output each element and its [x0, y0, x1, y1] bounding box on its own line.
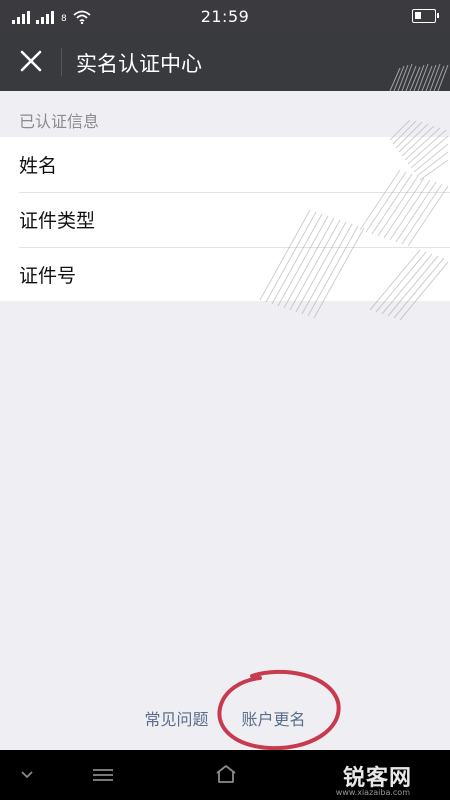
account-rename-link[interactable]: 账户更名	[242, 706, 306, 730]
list-item-id-number[interactable]: 证件号	[0, 247, 450, 301]
faq-link[interactable]: 常见问题	[144, 706, 208, 730]
page-title: 实名认证中心	[76, 52, 202, 76]
list-item-label: 证件号	[19, 264, 77, 287]
nav-bar: 实名认证中心	[0, 32, 450, 91]
list-item-label: 姓名	[19, 155, 58, 177]
status-time: 21:59	[200, 7, 250, 26]
nav-divider	[61, 48, 62, 76]
system-nav-bar: 锐客网 www.xiazaiba.com	[0, 750, 450, 800]
verified-info-list: 姓名 证件类型 证件号	[0, 137, 450, 301]
watermark-texture	[389, 63, 449, 91]
menu-icon[interactable]	[92, 768, 114, 782]
list-item-id-type[interactable]: 证件类型	[0, 192, 450, 247]
footer-links: 常见问题 账户更名	[0, 706, 450, 730]
chevron-down-icon[interactable]	[20, 770, 34, 780]
home-icon[interactable]	[215, 764, 237, 784]
battery-icon	[412, 9, 439, 23]
list-item-name[interactable]: 姓名	[0, 137, 450, 192]
status-bar: 8 21:59	[0, 0, 450, 32]
list-item-label: 证件类型	[19, 210, 96, 232]
section-header: 已认证信息	[19, 112, 100, 131]
close-icon[interactable]	[16, 46, 46, 76]
watermark-url: www.xiazaiba.com	[335, 788, 410, 797]
